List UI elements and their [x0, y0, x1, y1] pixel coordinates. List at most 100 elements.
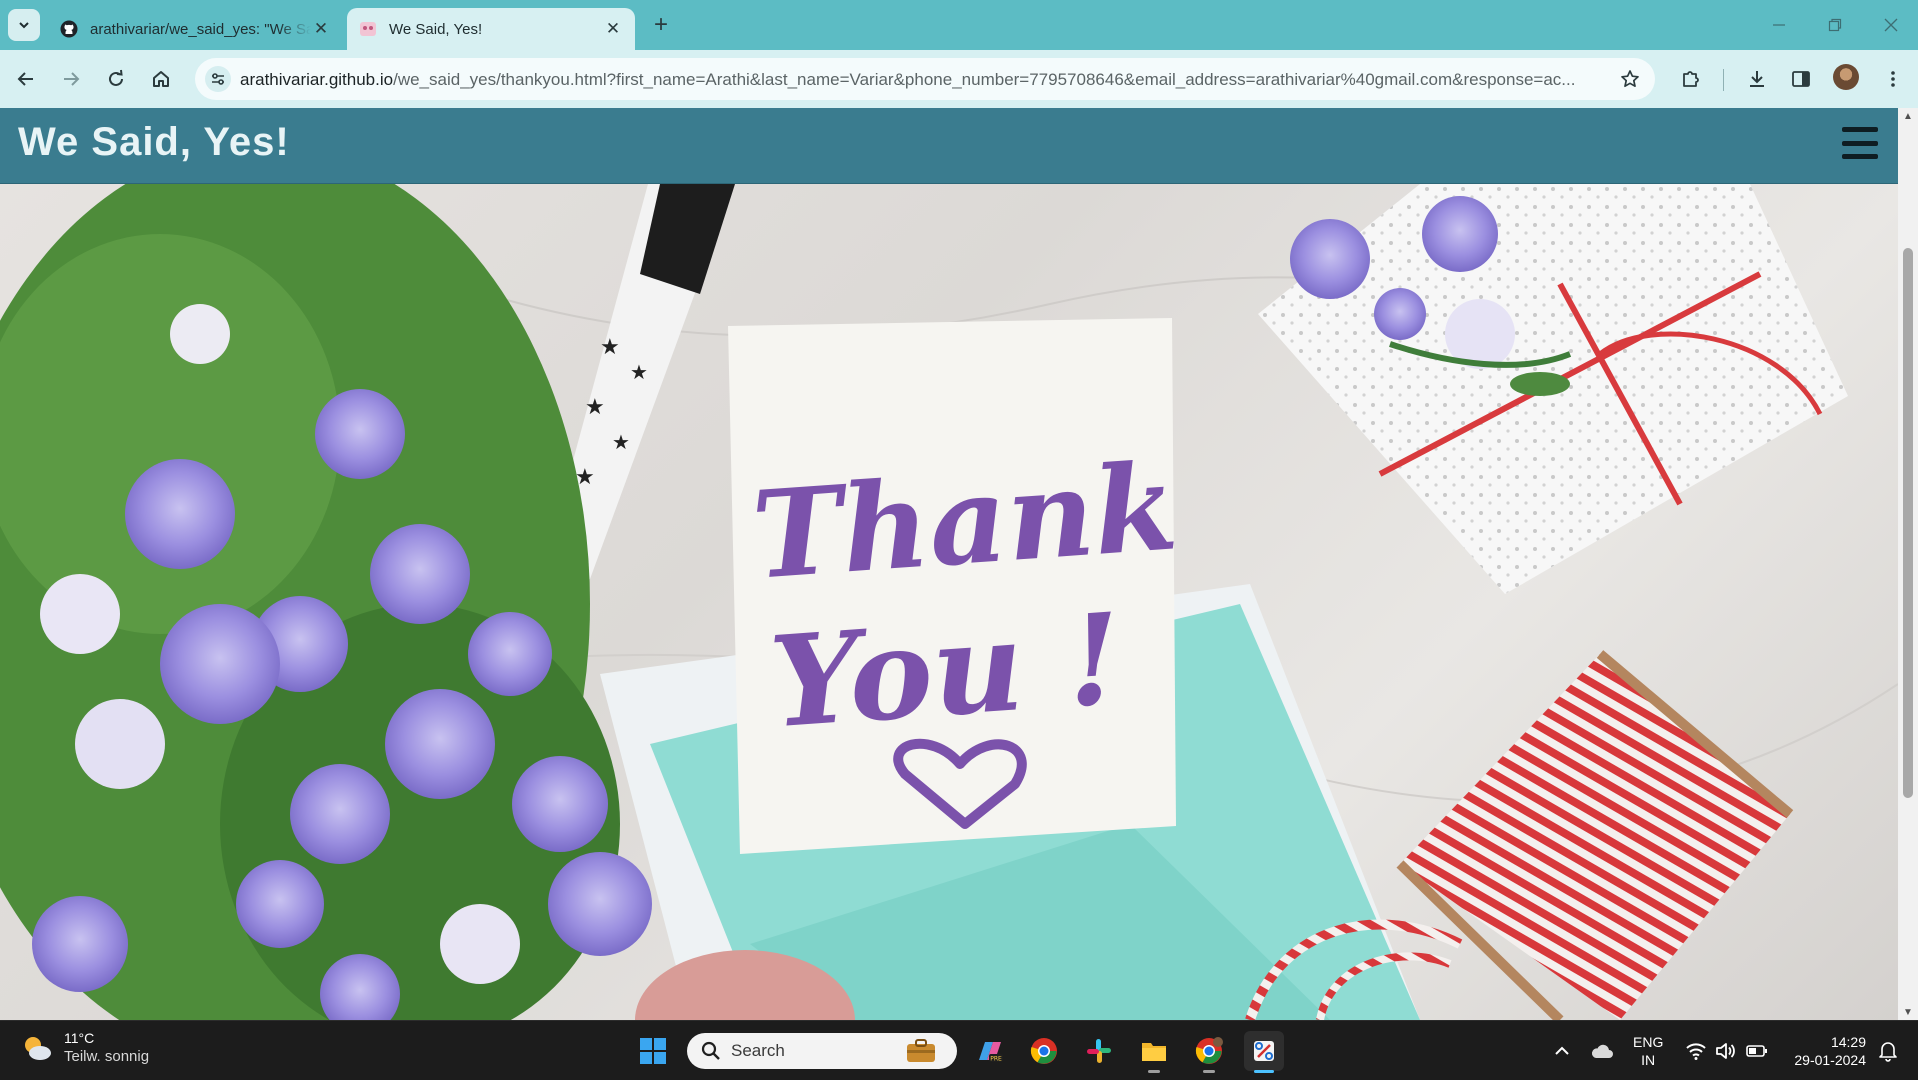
taskbar-app-file-explorer[interactable]: [1134, 1031, 1174, 1073]
briefcase-icon: [907, 1039, 935, 1062]
scroll-up-arrow-icon[interactable]: ▲: [1898, 108, 1918, 124]
cloud-icon: [1591, 1044, 1613, 1058]
close-tab-icon[interactable]: ✕: [603, 19, 623, 39]
taskbar-app-slack[interactable]: [1079, 1031, 1119, 1071]
tab-github[interactable]: arathivariar/we_said_yes: "We Said, Yes!…: [48, 8, 343, 50]
onedrive-button[interactable]: [1582, 1031, 1622, 1071]
bookmark-button[interactable]: [1619, 68, 1641, 90]
weather-widget[interactable]: 11°C Teilw. sonnig: [20, 1029, 149, 1067]
taskbar-app-chrome-profile[interactable]: [1189, 1031, 1229, 1073]
running-indicator: [1203, 1070, 1215, 1073]
side-panel-icon: [1792, 71, 1810, 87]
hero-illustration: ★ ★ ★ ★ ★ ★ Thank: [0, 184, 1898, 1020]
restore-icon: [1828, 18, 1842, 32]
chrome-icon: [1195, 1037, 1223, 1064]
url-host: arathivariar.github.io: [240, 70, 394, 89]
arrow-right-icon: [64, 72, 80, 86]
tab-search-button[interactable]: [8, 9, 40, 41]
taskbar-app-chrome[interactable]: [1024, 1031, 1064, 1071]
language-code: ENG: [1633, 1034, 1664, 1050]
clock-date: 29-01-2024: [1794, 1052, 1866, 1068]
show-hidden-icons-button[interactable]: [1542, 1031, 1582, 1071]
thank-you-card: Thank You !: [728, 318, 1182, 854]
close-icon: [1884, 18, 1898, 32]
battery-button[interactable]: [1737, 1031, 1777, 1071]
site-brand[interactable]: We Said, Yes!: [18, 120, 290, 165]
hamburger-bar: [1842, 127, 1878, 132]
tab-we-said-yes[interactable]: We Said, Yes! ✕: [347, 8, 635, 50]
tune-icon: [212, 73, 224, 85]
menu-toggle-button[interactable]: [1842, 127, 1878, 159]
home-icon: [153, 71, 169, 87]
browser-toolbar: arathivariar.github.io/we_said_yes/thank…: [0, 50, 1918, 108]
windows-taskbar: 11°C Teilw. sonnig Search PRE ENG IN 14:…: [0, 1020, 1918, 1080]
hero-image: ★ ★ ★ ★ ★ ★ Thank: [0, 184, 1898, 1020]
search-placeholder: Search: [731, 1041, 785, 1060]
page-viewport: We Said, Yes! ★ ★ ★ ★ ★ Thank You !: [0, 108, 1898, 1020]
svg-text:★: ★: [612, 430, 630, 454]
copilot-icon: PRE: [979, 1042, 1003, 1063]
page-scrollbar[interactable]: ▲ ▼: [1898, 108, 1918, 1020]
weather-condition: Teilw. sonnig: [64, 1048, 150, 1065]
running-indicator: [1148, 1070, 1160, 1073]
svg-text:★: ★: [600, 335, 620, 360]
reload-icon: [109, 69, 123, 86]
input-language-indicator[interactable]: ENG IN: [1633, 1033, 1663, 1069]
back-button[interactable]: [10, 63, 42, 95]
arrow-left-icon: [17, 72, 33, 86]
site-header: We Said, Yes!: [0, 108, 1898, 184]
url-text[interactable]: arathivariar.github.io/we_said_yes/thank…: [240, 70, 1600, 90]
taskbar-search[interactable]: Search: [687, 1033, 957, 1069]
extensions-button[interactable]: [1675, 63, 1707, 95]
reload-button[interactable]: [100, 63, 132, 95]
forward-button[interactable]: [55, 63, 87, 95]
snipping-tool-icon: [1254, 1041, 1274, 1061]
hamburger-bar: [1842, 154, 1878, 159]
screen: arathivariar/we_said_yes: "We Said, Yes!…: [0, 0, 1918, 1080]
new-tab-button[interactable]: +: [648, 11, 674, 38]
github-icon: [60, 20, 78, 38]
svg-text:PRE: PRE: [990, 1056, 1002, 1063]
home-button[interactable]: [145, 63, 177, 95]
restore-button[interactable]: [1808, 0, 1862, 50]
system-clock[interactable]: 14:29 29-01-2024: [1786, 1033, 1866, 1069]
weather-temperature: 11°C: [64, 1030, 95, 1046]
minimize-icon: [1773, 24, 1785, 26]
puzzle-icon: [1683, 71, 1699, 87]
search-icon: [701, 1041, 720, 1060]
close-window-button[interactable]: [1864, 0, 1918, 50]
close-tab-icon[interactable]: ✕: [311, 19, 331, 39]
scrollbar-thumb[interactable]: [1903, 248, 1913, 798]
address-bar[interactable]: arathivariar.github.io/we_said_yes/thank…: [195, 58, 1655, 100]
running-indicator: [1254, 1070, 1274, 1073]
profile-avatar[interactable]: [1833, 64, 1859, 90]
gift-box-illustration: [1258, 184, 1848, 594]
windows-logo-icon: [640, 1038, 666, 1064]
wifi-icon: [1686, 1043, 1706, 1060]
tab-title: arathivariar/we_said_yes: "We Said, Yes!…: [90, 20, 311, 38]
downloads-button[interactable]: [1741, 63, 1773, 95]
flowers-illustration: [0, 184, 652, 1020]
toolbar-divider: [1723, 69, 1724, 91]
partly-sunny-icon: [25, 1037, 51, 1060]
browser-menu-button[interactable]: [1877, 63, 1909, 95]
slack-icon: [1087, 1039, 1111, 1063]
start-button[interactable]: [633, 1031, 673, 1071]
speaker-icon: [1716, 1043, 1735, 1059]
scroll-down-arrow-icon[interactable]: ▼: [1898, 1004, 1918, 1020]
card-text-line1: Thank: [748, 436, 1181, 606]
tab-title: We Said, Yes!: [389, 20, 483, 38]
side-panel-button[interactable]: [1785, 63, 1817, 95]
notifications-button[interactable]: [1868, 1031, 1908, 1071]
star-icon: [1621, 70, 1639, 88]
minimize-button[interactable]: [1752, 0, 1806, 50]
taskbar-app-snipping-tool[interactable]: [1244, 1031, 1284, 1073]
site-info-button[interactable]: [205, 66, 231, 92]
card-text-line2: You !: [766, 586, 1126, 756]
region-code: IN: [1641, 1052, 1656, 1068]
bell-icon: [1879, 1042, 1897, 1062]
clock-time: 14:29: [1830, 1034, 1866, 1050]
svg-text:★: ★: [585, 395, 605, 420]
taskbar-app-copilot[interactable]: PRE: [970, 1031, 1010, 1071]
tab-strip: arathivariar/we_said_yes: "We Said, Yes!…: [0, 0, 1918, 50]
